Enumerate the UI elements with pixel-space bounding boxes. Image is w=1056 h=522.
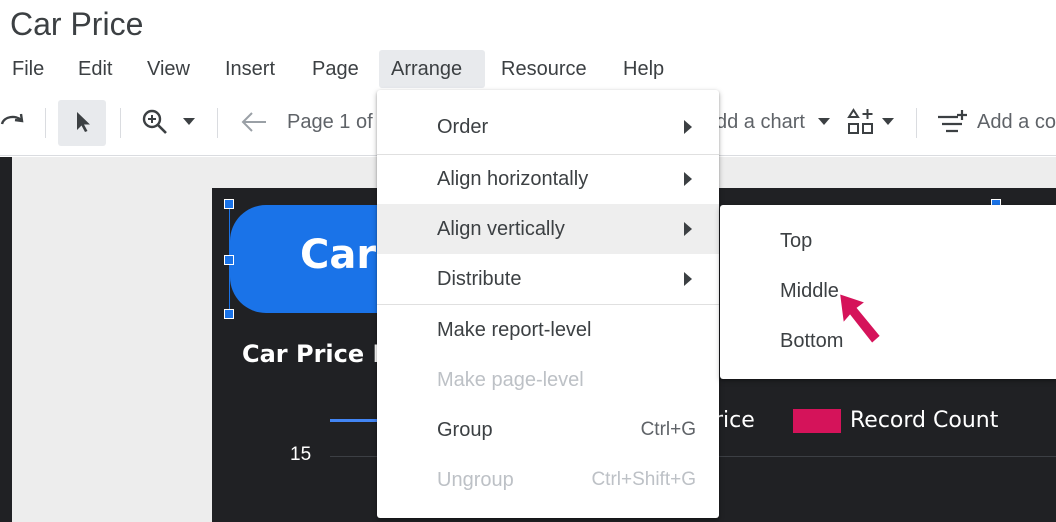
redo-icon[interactable] xyxy=(0,88,26,156)
arrange-menu: Order Align horizontally Align verticall… xyxy=(377,90,719,518)
menu-item-align-vertically[interactable]: Align vertically xyxy=(377,204,719,254)
resize-handle-top-left[interactable] xyxy=(224,199,234,209)
submenu-arrow-icon xyxy=(684,272,692,286)
menu-view[interactable]: View xyxy=(135,50,202,88)
menu-item-ungroup[interactable]: Ungroup Ctrl+Shift+G xyxy=(377,455,719,505)
legend-record-count-swatch xyxy=(793,409,841,433)
add-component-icon[interactable] xyxy=(846,88,878,156)
y-axis-tick: 15 xyxy=(290,444,312,465)
banner-title-text: Car xyxy=(300,232,377,278)
submenu-arrow-icon xyxy=(684,222,692,236)
menu-file[interactable]: File xyxy=(0,50,56,88)
chart-title: Car Price I xyxy=(242,340,382,368)
menu-item-make-page-level[interactable]: Make page-level xyxy=(377,355,719,405)
menu-item-group[interactable]: Group Ctrl+G xyxy=(377,405,719,455)
submenu-arrow-icon xyxy=(684,172,692,186)
zoom-icon[interactable] xyxy=(141,88,169,156)
menu-insert[interactable]: Insert xyxy=(213,50,287,88)
menu-item-make-report-level[interactable]: Make report-level xyxy=(377,305,719,355)
previous-page-icon[interactable] xyxy=(240,88,268,156)
menu-arrange[interactable]: Arrange xyxy=(379,50,485,88)
pointer-arrow-icon xyxy=(836,290,886,355)
page-indicator: Page 1 of xyxy=(287,110,373,133)
left-panel-edge xyxy=(0,157,12,522)
cursor-arrow-icon xyxy=(73,88,93,156)
zoom-dropdown-icon[interactable] xyxy=(183,88,195,156)
legend-price-line xyxy=(330,419,378,422)
menu-edit[interactable]: Edit xyxy=(66,50,124,88)
submenu-arrow-icon xyxy=(684,120,692,134)
add-control-icon[interactable] xyxy=(936,88,968,156)
add-chart-button[interactable]: dd a chart xyxy=(716,88,805,156)
legend-record-count-label: Record Count xyxy=(850,408,999,433)
align-vertically-submenu: Top Middle Bottom xyxy=(720,205,1056,379)
add-control-button[interactable]: Add a co xyxy=(977,88,1056,156)
menu-item-order[interactable]: Order xyxy=(377,102,719,152)
submenu-item-top[interactable]: Top xyxy=(720,216,1056,266)
report-title[interactable]: Car Price xyxy=(10,6,143,43)
menu-item-distribute[interactable]: Distribute xyxy=(377,254,719,304)
submenu-item-bottom[interactable]: Bottom xyxy=(720,316,1056,366)
menu-bar: File Edit View Insert Page Arrange Resou… xyxy=(0,50,1056,88)
resize-handle-middle-left[interactable] xyxy=(224,255,234,265)
menu-item-align-horizontally[interactable]: Align horizontally xyxy=(377,154,719,204)
add-component-dropdown-icon[interactable] xyxy=(882,88,894,156)
legend-price-label: rice xyxy=(714,408,755,433)
menu-page[interactable]: Page xyxy=(300,50,371,88)
add-chart-dropdown-icon[interactable] xyxy=(818,88,830,156)
menu-help[interactable]: Help xyxy=(611,50,676,88)
menu-resource[interactable]: Resource xyxy=(489,50,599,88)
resize-handle-bottom-left[interactable] xyxy=(224,309,234,319)
submenu-item-middle[interactable]: Middle xyxy=(720,266,1056,316)
